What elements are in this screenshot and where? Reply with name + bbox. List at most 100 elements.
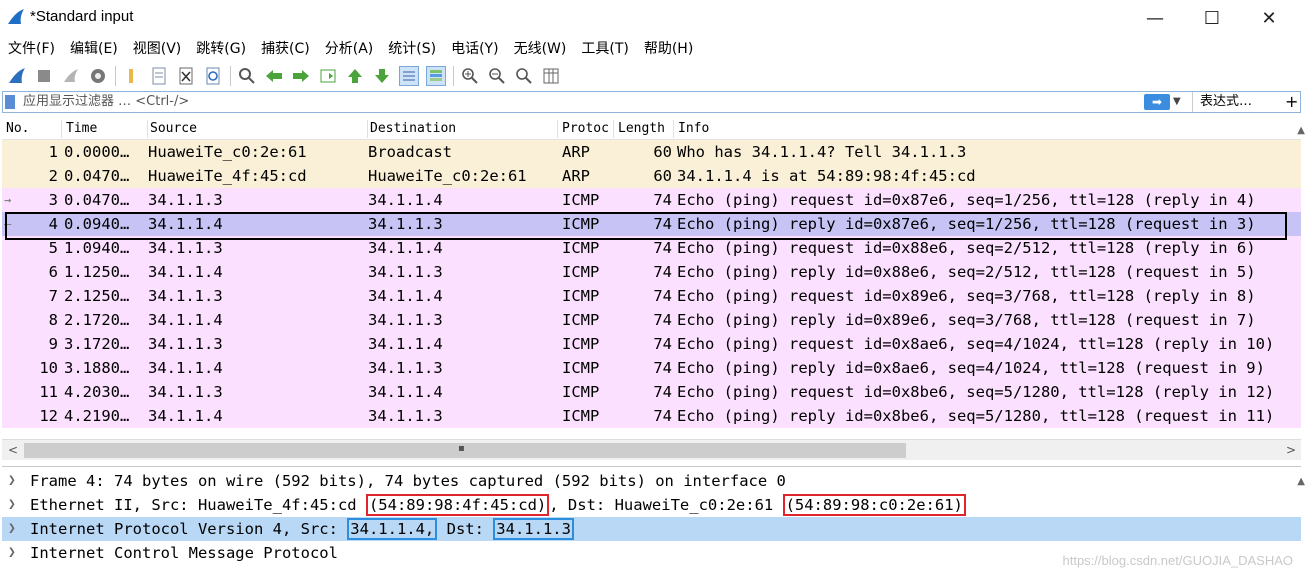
packet-time: 0.0000… (64, 143, 130, 161)
capture-options-icon[interactable] (88, 66, 108, 86)
menu-capture[interactable]: 捕获(C) (261, 38, 310, 58)
zoom-out-icon[interactable] (487, 66, 507, 86)
autoscroll-icon[interactable] (399, 65, 419, 86)
last-packet-icon[interactable] (372, 66, 392, 86)
column-time[interactable]: Time (64, 120, 148, 138)
menu-telephony[interactable]: 电话(Y) (451, 38, 498, 58)
apply-filter-button[interactable]: ➡ (1144, 94, 1170, 110)
packet-no: 6 (48, 263, 58, 281)
display-filter-input[interactable]: 应用显示过滤器 … <Ctrl-/> (23, 92, 189, 112)
menu-statistics[interactable]: 统计(S) (388, 38, 436, 58)
filter-history-dropdown[interactable]: ▼ (1173, 93, 1181, 111)
column-no[interactable]: No. (6, 120, 62, 138)
minimize-button[interactable]: — (1126, 0, 1184, 36)
scroll-thumb[interactable] (24, 443, 906, 458)
go-forward-icon[interactable] (291, 66, 311, 86)
menu-edit[interactable]: 编辑(E) (70, 38, 118, 58)
title-bar: *Standard input — ☐ ✕ (0, 0, 1305, 36)
packet-list-hscrollbar[interactable]: < ▪ > (2, 439, 1301, 460)
packet-row[interactable]: 11 4.2030… 34.1.1.3 34.1.1.4 ICMP 74 Echo (pin… (2, 380, 1301, 404)
restart-capture-icon[interactable] (61, 66, 81, 86)
column-destination[interactable]: Destination (368, 120, 558, 138)
go-to-packet-icon[interactable] (318, 66, 338, 86)
packet-src: 34.1.1.4 (148, 215, 223, 233)
detail-ipv4[interactable]: ❯ Internet Protocol Version 4, Src: 34.1… (2, 517, 1301, 541)
packet-no: 4 (48, 215, 58, 233)
menu-analyze[interactable]: 分析(A) (325, 38, 374, 58)
packet-proto: ICMP (562, 311, 600, 329)
detail-ip-prefix: Internet Protocol Version 4, Src: (30, 520, 348, 538)
packet-no: 8 (48, 311, 58, 329)
open-file-icon[interactable] (122, 66, 142, 86)
reload-file-icon[interactable] (203, 66, 223, 86)
packet-row[interactable]: 9 3.1720… 34.1.1.3 34.1.1.4 ICMP 74 Echo (ping… (2, 332, 1301, 356)
packet-src: 34.1.1.3 (148, 191, 223, 209)
packet-row[interactable]: 7 2.1250… 34.1.1.3 34.1.1.4 ICMP 74 Echo (ping… (2, 284, 1301, 308)
chevron-right-icon[interactable]: ❯ (8, 517, 16, 541)
bookmark-icon[interactable] (5, 95, 15, 109)
zoom-normal-icon[interactable] (514, 66, 534, 86)
colorize-icon[interactable] (426, 65, 446, 86)
column-source[interactable]: Source (148, 120, 368, 138)
chevron-right-icon[interactable]: ❯ (8, 541, 16, 565)
maximize-icon: ☐ (1203, 7, 1221, 29)
go-back-icon[interactable] (264, 66, 284, 86)
find-packet-icon[interactable] (237, 66, 257, 86)
column-length[interactable]: Length (614, 120, 674, 138)
resize-columns-icon[interactable] (541, 66, 561, 86)
zoom-in-icon[interactable] (460, 66, 480, 86)
packet-row[interactable]: —4 0.0940… 34.1.1.4 34.1.1.3 ICMP 74 Echo (pin… (2, 212, 1301, 236)
close-button[interactable]: ✕ (1240, 0, 1298, 36)
packet-row[interactable]: 12 4.2190… 34.1.1.4 34.1.1.3 ICMP 74 Echo (pin… (2, 404, 1301, 428)
stop-capture-icon[interactable] (34, 66, 54, 86)
menu-help[interactable]: 帮助(H) (644, 38, 693, 58)
scroll-right-icon[interactable]: > (1286, 443, 1296, 457)
packet-row[interactable]: 1 0.0000… HuaweiTe_c0:2e:61 Broadcast ARP 60 W… (2, 140, 1301, 164)
packet-time: 2.1250… (64, 287, 130, 305)
scroll-grip-icon: ▪ (458, 443, 465, 454)
packet-row[interactable]: → 3 0.0470… 34.1.1.3 34.1.1.4 ICMP 74 Echo (pin… (2, 188, 1301, 212)
packet-dst: Broadcast (368, 143, 452, 161)
packet-src: 34.1.1.4 (148, 359, 223, 377)
save-file-icon[interactable] (149, 66, 169, 86)
packet-info: Echo (ping) request id=0x89e6, seq=3/768… (677, 287, 1256, 305)
detail-ethernet[interactable]: ❯ Ethernet II, Src: HuaweiTe_4f:45:cd (5… (2, 493, 1301, 517)
packet-info: 34.1.1.4 is at 54:89:98:4f:45:cd (677, 167, 976, 185)
packet-len: 74 (653, 359, 672, 377)
chevron-right-icon[interactable]: ❯ (8, 469, 16, 493)
menu-tools[interactable]: 工具(T) (581, 38, 628, 58)
list-scroll-up-icon[interactable]: ▲ (1297, 125, 1305, 136)
packet-no: 1 (48, 143, 58, 161)
packet-row[interactable]: 2 0.0470… HuaweiTe_4f:45:cd HuaweiTe_c0:2e:… (2, 164, 1301, 188)
packet-dst: 34.1.1.3 (368, 407, 443, 425)
menu-wireless[interactable]: 无线(W) (514, 38, 567, 58)
menu-view[interactable]: 视图(V) (133, 38, 182, 58)
close-file-icon[interactable] (176, 66, 196, 86)
detail-ip-mid: Dst: (437, 520, 494, 538)
column-info[interactable]: Info (674, 120, 1294, 138)
packet-len: 60 (653, 143, 672, 161)
column-protocol[interactable]: Protoc (558, 120, 614, 138)
packet-row[interactable]: 8 2.1720… 34.1.1.4 34.1.1.3 ICMP 74 Echo (ping… (2, 308, 1301, 332)
add-filter-button[interactable]: + (1285, 92, 1298, 112)
packet-dst: HuaweiTe_c0:2e:61 (368, 167, 527, 185)
packet-len: 74 (653, 311, 672, 329)
detail-frame[interactable]: ❯ Frame 4: 74 bytes on wire (592 bits), … (2, 469, 1301, 493)
start-capture-icon[interactable] (7, 66, 27, 86)
chevron-right-icon[interactable]: ❯ (8, 493, 16, 517)
packet-row[interactable]: 5 1.0940… 34.1.1.3 34.1.1.4 ICMP 74 Echo (ping… (2, 236, 1301, 260)
minimize-icon: — (1146, 7, 1164, 29)
details-scroll-up-icon[interactable]: ▲ (1297, 476, 1305, 487)
expression-button[interactable]: 表达式… (1192, 92, 1252, 112)
packet-proto: ICMP (562, 287, 600, 305)
packet-proto: ARP (562, 167, 590, 185)
packet-src: 34.1.1.3 (148, 383, 223, 401)
first-packet-icon[interactable] (345, 66, 365, 86)
maximize-button[interactable]: ☐ (1183, 0, 1241, 36)
menu-go[interactable]: 跳转(G) (196, 38, 246, 58)
scroll-left-icon[interactable]: < (8, 443, 18, 457)
packet-row[interactable]: 6 1.1250… 34.1.1.4 34.1.1.3 ICMP 74 Echo (ping… (2, 260, 1301, 284)
menu-file[interactable]: 文件(F) (8, 38, 55, 58)
packet-time: 0.0470… (64, 191, 130, 209)
packet-row[interactable]: 10 3.1880… 34.1.1.4 34.1.1.3 ICMP 74 Echo (pin… (2, 356, 1301, 380)
